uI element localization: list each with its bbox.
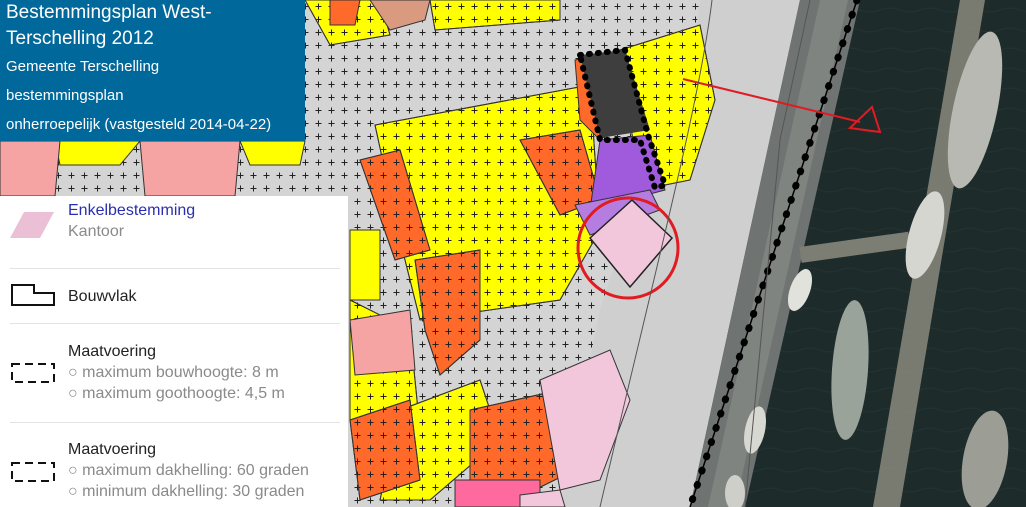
legend-item-maatvoering-hoogte[interactable]: Maatvoering ○ maximum bouwhoogte: 8 m ○ … — [0, 324, 340, 422]
bouwvlak-shape-icon — [11, 284, 55, 306]
pink-parallelogram-icon — [10, 212, 54, 238]
dashed-rectangle-icon — [11, 462, 55, 482]
plan-title-line2: Terschelling 2012 — [6, 28, 154, 49]
legend-bullet: ○ maximum dakhelling: 60 graden — [68, 462, 309, 479]
legend-heading-enkelbestemming: Enkelbestemming — [68, 202, 196, 219]
plan-type: bestemmingsplan — [6, 87, 124, 104]
municipality: Gemeente Terschelling — [6, 58, 160, 75]
legend-item-bouwvlak[interactable]: Bouwvlak — [0, 269, 340, 323]
legend-bullet: ○ maximum bouwhoogte: 8 m — [68, 364, 279, 381]
legend-heading-maatvoering: Maatvoering — [68, 343, 157, 360]
legend-bullet: ○ minimum dakhelling: 30 graden — [68, 483, 305, 500]
dashed-rectangle-icon — [11, 363, 55, 383]
legend-bullet-min-dakhelling: minimum dakhelling: 30 graden — [82, 483, 305, 500]
plan-title-panel: Bestemmingsplan West- Terschelling 2012 … — [0, 0, 305, 141]
legend-item-kantoor[interactable]: Enkelbestemming Kantoor — [0, 196, 340, 268]
plan-status: onherroepelijk (vastgesteld 2014-04-22) — [6, 116, 272, 133]
legend-bullet: ○ maximum goothoogte: 4,5 m — [68, 385, 285, 402]
legend-item-maatvoering-dak[interactable]: Maatvoering ○ maximum dakhelling: 60 gra… — [0, 423, 340, 507]
legend-heading-maatvoering: Maatvoering — [68, 441, 157, 458]
plan-title-line1: Bestemmingsplan West- — [6, 2, 212, 23]
legend-value-kantoor: Kantoor — [68, 223, 125, 240]
legend-bullet-goothoogte: maximum goothoogte: 4,5 m — [82, 385, 285, 402]
legend-label-bouwvlak: Bouwvlak — [68, 288, 137, 305]
legend-bullet-bouwhoogte: maximum bouwhoogte: 8 m — [82, 364, 279, 381]
legend-panel: Enkelbestemming Kantoor Bouwvlak Maatvoe… — [0, 196, 348, 507]
legend-bullet-max-dakhelling: maximum dakhelling: 60 graden — [82, 462, 309, 479]
